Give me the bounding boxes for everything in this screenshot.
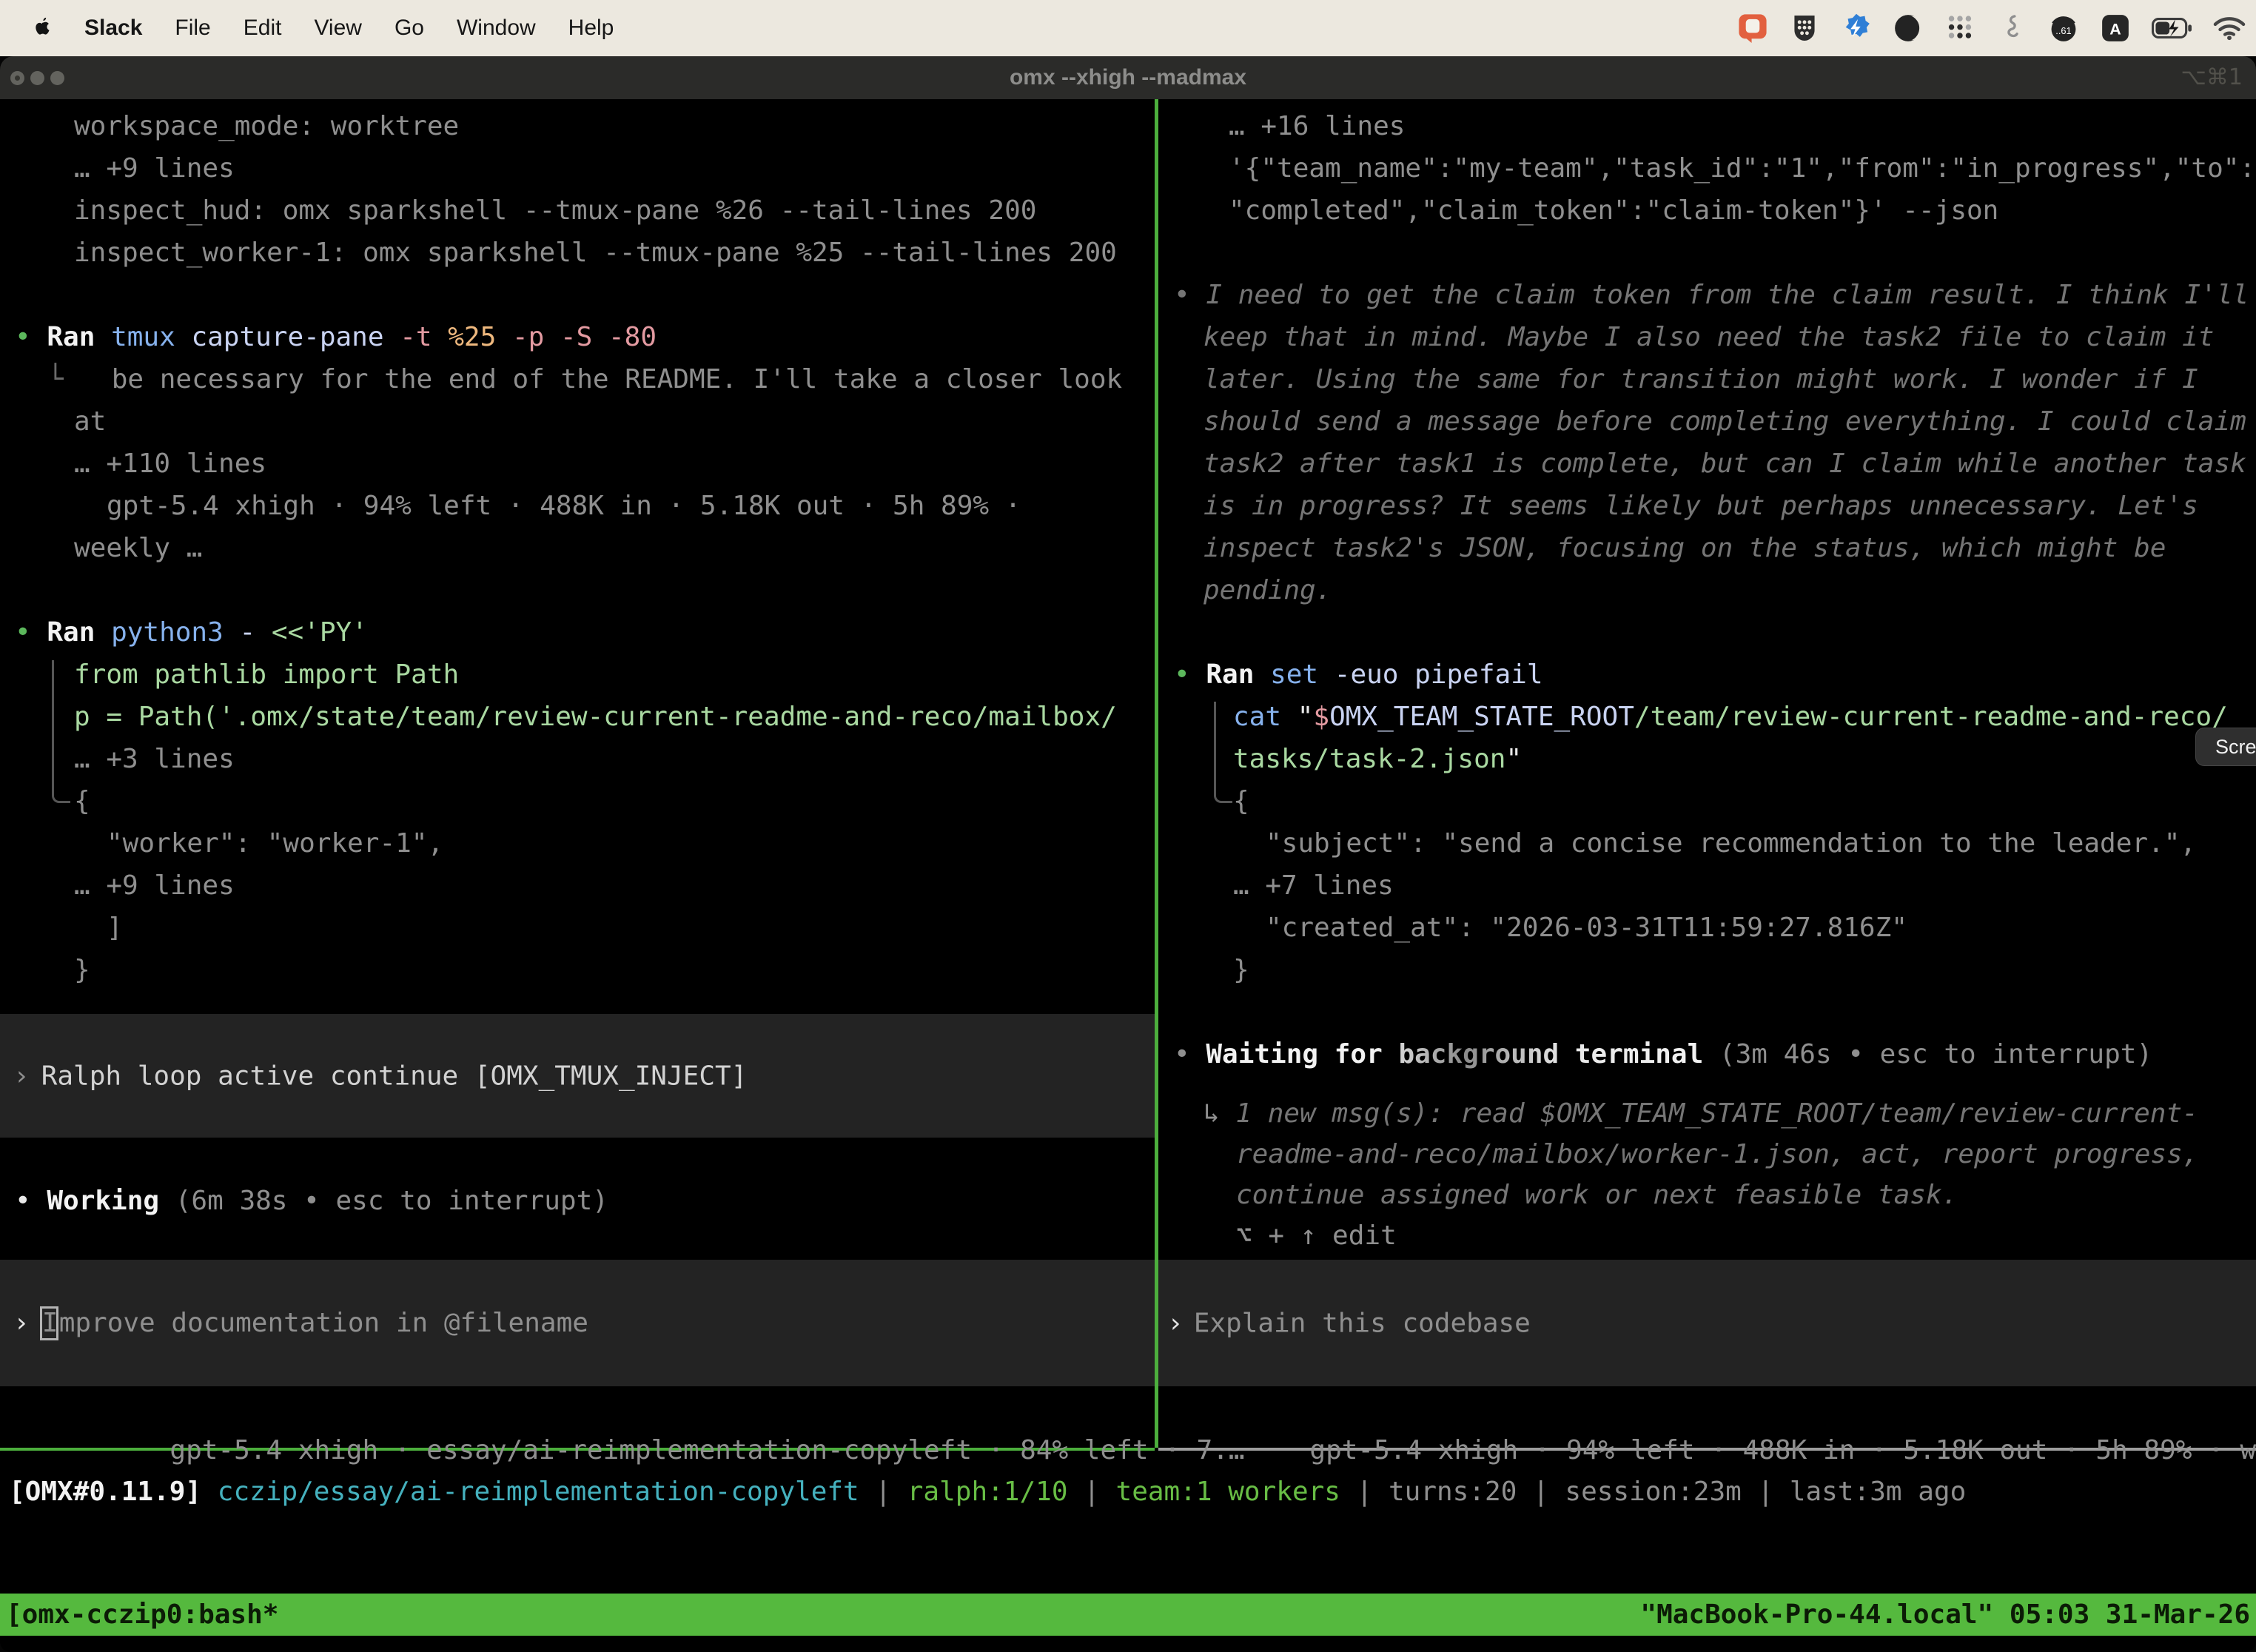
svg-text:A: A <box>2109 21 2121 38</box>
wifi-icon[interactable] <box>2213 12 2246 44</box>
terminal-content: › Ralph loop active continue [OMX_TMUX_I… <box>0 56 2256 1652</box>
menu-item-window[interactable]: Window <box>457 16 536 41</box>
terminal-line: [OMX#0.11.9] cczip/essay/ai-reimplementa… <box>9 1471 1966 1513</box>
contrast-circle-icon[interactable] <box>1892 12 1924 44</box>
menu-item-help[interactable]: Help <box>568 16 614 41</box>
menu-item-file[interactable]: File <box>175 16 210 41</box>
squiggle-icon[interactable] <box>1995 12 2028 44</box>
text-token: | <box>1068 1477 1116 1507</box>
screen: Slack File Edit View Go Window Help <box>0 0 2256 1652</box>
text-token: ralph:1/10 <box>907 1477 1068 1507</box>
menu-status-icons: ..61 A <box>1736 12 2246 44</box>
tmux-host-clock: "MacBook-Pro-44.local" 05:03 31-Mar-26 <box>1640 1599 2250 1630</box>
text-token: cczip/essay/ai-reimplementation-copyleft <box>218 1477 859 1507</box>
terminal-window: omx --xhigh --madmax ⌥⌘1 › Ralph loop ac… <box>0 56 2256 1652</box>
text-token: [OMX#0.11.9] <box>9 1477 218 1507</box>
text-token: | <box>859 1477 907 1507</box>
menu-bar: Slack File Edit View Go Window Help <box>0 0 2256 56</box>
menu-item-go[interactable]: Go <box>395 16 424 41</box>
menu-item-view[interactable]: View <box>314 16 361 41</box>
svg-text:..61: ..61 <box>2055 25 2071 36</box>
tmux-session-label: [omx-cczip0:bash* <box>6 1599 278 1630</box>
tmux-status-bar: [omx-cczip0:bash* "MacBook-Pro-44.local"… <box>0 1594 2256 1636</box>
battery-charging-icon[interactable] <box>2151 12 2194 44</box>
text-token: team:1 workers <box>1116 1477 1340 1507</box>
gauge-61-icon[interactable]: ..61 <box>2047 12 2080 44</box>
hud-pane: [OMX#0.11.9] cczip/essay/ai-reimplementa… <box>0 56 2256 1652</box>
spark-badge-icon[interactable] <box>1840 12 1873 44</box>
screen-overlay-tooltip: Scre <box>2195 728 2256 766</box>
text-token: | turns:20 | session:23m | last:3m ago <box>1340 1477 1966 1507</box>
menu-item-edit[interactable]: Edit <box>244 16 282 41</box>
input-source-a-icon[interactable]: A <box>2099 12 2132 44</box>
grid-shield-icon[interactable] <box>1788 12 1821 44</box>
dots-grid-icon[interactable] <box>1944 12 1976 44</box>
tooltip-label: Scre <box>2215 736 2256 758</box>
screen-record-icon[interactable] <box>1736 12 1769 44</box>
apple-menu-icon[interactable] <box>33 17 52 39</box>
menu-item-slack[interactable]: Slack <box>84 16 142 41</box>
